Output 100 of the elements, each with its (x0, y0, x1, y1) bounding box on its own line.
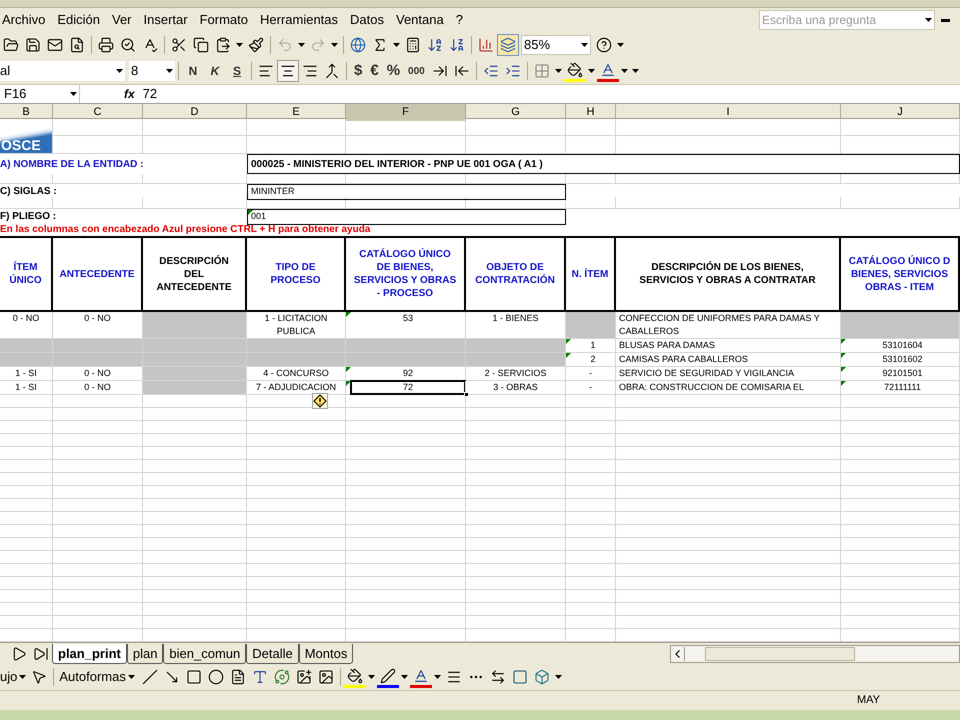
table-cell-text: 4 - CONCURSO (262, 367, 330, 380)
table-cell-text: 1 (589, 339, 596, 352)
caret-icon[interactable] (554, 675, 562, 679)
field-label: C) SIGLAS : (0, 185, 58, 200)
table-cell-text: 0 - NO (12, 312, 40, 325)
sheet-tab[interactable]: bien_comun (163, 644, 246, 664)
table-cell: 72 (351, 381, 465, 394)
caret-icon[interactable] (19, 675, 26, 679)
caret-icon[interactable] (554, 69, 562, 73)
table-cell-text: 1 - LICITACION PUBLICA (264, 312, 328, 338)
caret-icon[interactable] (70, 92, 77, 96)
menu-item[interactable]: Ver (106, 10, 138, 30)
sheet-tab[interactable]: Detalle (246, 644, 299, 664)
table-cell-text: CONFECCION DE UNIFORMES PARA DAMAS Y CABALLEROS (618, 312, 821, 338)
menu-item[interactable]: Archivo (0, 10, 52, 30)
fill-color-icon[interactable] (344, 666, 366, 688)
field-label: A) NOMBRE DE LA ENTIDAD : (0, 158, 145, 172)
caret-icon[interactable] (581, 43, 588, 47)
table-cell-text: 53101604 (881, 339, 924, 352)
caret-icon[interactable] (116, 69, 123, 73)
flag-triangle-icon (841, 353, 846, 358)
menu-item[interactable]: Formato (194, 10, 254, 30)
table-cell-text: BLUSAS PARA DAMAS (618, 339, 716, 352)
flag-triangle-icon (248, 210, 253, 215)
caret-icon[interactable] (166, 69, 173, 73)
menu-item[interactable]: Edición (51, 10, 106, 30)
table-cell-text: 92 (402, 367, 414, 380)
euro-button[interactable]: € (366, 60, 383, 82)
caret-icon[interactable] (925, 18, 932, 22)
table-cell-text: 0 - NO (83, 367, 112, 380)
thousands-button[interactable]: 000 (404, 60, 429, 82)
table-cell-text: 72111111 (883, 381, 922, 394)
autoshapes-menu[interactable]: Autoformas (57, 667, 139, 687)
layers-icon[interactable] (497, 34, 519, 56)
logo-text: OSCE (1, 137, 41, 153)
caret-icon[interactable] (617, 43, 624, 47)
caret-icon[interactable] (400, 675, 408, 679)
status-indicator: MAY (856, 693, 880, 708)
caret-icon[interactable] (393, 43, 400, 47)
table-cell-text: 53101602 (881, 353, 924, 366)
caret-icon[interactable] (434, 675, 441, 679)
flag-triangle-icon (346, 312, 351, 317)
flag-triangle-icon (841, 367, 846, 372)
table-cell-text: CAMISAS PARA CABALLEROS (618, 353, 749, 366)
table-cell-text: SERVICIO DE SEGURIDAD Y VIGILANCIA (618, 367, 796, 380)
flag-triangle-icon (346, 381, 351, 386)
table-cell-text: 2 (589, 353, 596, 366)
table-cell-text: 1 - BIENES (491, 312, 540, 325)
sheet-tab[interactable]: plan_print (52, 644, 127, 664)
table-cell-text: - (588, 381, 593, 394)
font-field[interactable]: al (0, 61, 125, 81)
warning-diamond-icon[interactable] (312, 393, 328, 409)
table-cell-text: 53 (402, 312, 414, 325)
flag-triangle-icon (841, 381, 846, 386)
currency-button[interactable]: $ (350, 60, 366, 82)
fill-handle[interactable] (464, 392, 469, 397)
caret-icon[interactable] (236, 43, 243, 47)
menu-item[interactable]: Insertar (138, 10, 194, 30)
align-center-icon[interactable] (277, 60, 299, 82)
function-label[interactable]: fx (124, 85, 135, 103)
underline-button[interactable]: S (226, 60, 248, 82)
table-cell-text: 3 - OBRAS (492, 381, 539, 394)
scrollbar-thumb[interactable] (705, 646, 855, 660)
flag-triangle-icon (346, 367, 351, 372)
table-cell-text: 92101501 (881, 367, 924, 380)
table-cell-text: 2 - SERVICIOS (484, 367, 548, 380)
table-cell-text: - (588, 367, 593, 380)
flag-triangle-icon (841, 339, 846, 344)
menu-item[interactable]: Datos (344, 10, 390, 30)
draw-menu[interactable]: ujo (0, 667, 28, 687)
caret-icon[interactable] (588, 69, 595, 73)
table-cell-text: 0 - NO (83, 381, 112, 394)
table-cell-text: 1 - SI (14, 381, 38, 394)
flag-triangle-icon (566, 339, 571, 344)
caret-icon[interactable] (331, 43, 338, 47)
field-value: MININTER (247, 184, 566, 200)
italic-button[interactable]: K (204, 60, 226, 82)
caret-icon[interactable] (298, 43, 305, 47)
formula-value[interactable]: 72 (142, 84, 158, 104)
field-label: F) PLIEGO : (0, 210, 58, 224)
help-note: En las columnas con encabezado Azul presione CTRL + H para obtener ayuda (0, 224, 372, 236)
percent-button[interactable]: % (382, 60, 404, 82)
column-header[interactable]: F (346, 104, 466, 120)
line-color-icon[interactable] (376, 666, 399, 688)
menu-item[interactable]: Ventana (390, 10, 450, 30)
sheet-tab[interactable]: Montos (298, 644, 354, 664)
help-search-field[interactable]: Escriba una pregunta (759, 10, 935, 30)
sheet-tab[interactable]: plan (126, 644, 164, 664)
menu-item[interactable]: ? (450, 10, 469, 30)
horizontal-scrollbar[interactable] (670, 644, 960, 662)
caret-icon[interactable] (368, 675, 375, 679)
bold-button[interactable]: N (182, 60, 204, 82)
minimize-icon[interactable] (941, 18, 950, 22)
table-cell-text: 7 - ADJUDICACION (254, 381, 337, 394)
table-cell-text: OBRA: CONSTRUCCION DE COMISARIA EL (618, 381, 806, 394)
field-value: 001 (247, 209, 566, 224)
menu-item[interactable]: Herramientas (254, 10, 344, 30)
zoom-field[interactable]: 85% (521, 35, 591, 55)
caret-icon[interactable] (128, 675, 135, 679)
font-size-field[interactable]: 8 (129, 61, 175, 81)
